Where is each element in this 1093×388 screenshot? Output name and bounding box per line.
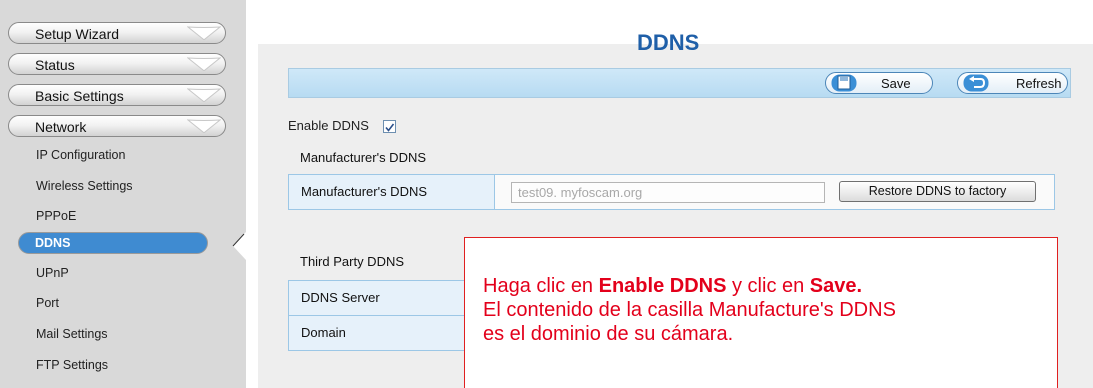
instruction-text-line: es el dominio de su cámara. <box>483 323 734 345</box>
manufacturer-ddns-field[interactable]: test09. myfoscam.org <box>511 182 825 203</box>
menu-label: Status <box>35 57 75 73</box>
enable-ddns-checkbox[interactable] <box>383 120 396 133</box>
refresh-arrow-icon <box>963 74 989 92</box>
manufacturer-ddns-row: Manufacturer's DDNS test09. myfoscam.org… <box>288 174 1055 210</box>
restore-ddns-button[interactable]: Restore DDNS to factory <box>839 181 1036 202</box>
chevron-down-icon <box>187 26 221 40</box>
instruction-text: Haga clic en Enable DDNS y clic en Save.… <box>483 274 896 346</box>
instruction-text-bold: Enable DDNS <box>598 275 727 297</box>
sidebar-item-ip-configuration[interactable]: IP Configuration <box>36 148 125 162</box>
menu-label: Basic Settings <box>35 88 124 104</box>
chevron-down-icon <box>187 119 221 133</box>
sidebar-item-mail-settings[interactable]: Mail Settings <box>36 327 108 341</box>
save-button[interactable]: Save <box>825 72 933 94</box>
chevron-down-icon <box>187 88 221 102</box>
row-label: DDNS Server <box>301 290 380 305</box>
row-label: Manufacturer's DDNS <box>301 184 428 199</box>
menu-basic-settings[interactable]: Basic Settings <box>8 84 226 106</box>
third-party-ddns-heading: Third Party DDNS <box>300 254 405 269</box>
floppy-disk-icon <box>831 74 857 92</box>
sidebar: Setup Wizard Status Basic Settings Netwo… <box>0 0 246 388</box>
sidebar-item-ftp-settings[interactable]: FTP Settings <box>36 358 108 372</box>
menu-setup-wizard[interactable]: Setup Wizard <box>8 22 226 44</box>
sidebar-item-upnp[interactable]: UPnP <box>36 266 69 280</box>
selection-pointer-icon <box>232 232 246 260</box>
sidebar-item-label: DDNS <box>35 236 71 250</box>
sidebar-item-ddns[interactable]: DDNS <box>18 232 208 254</box>
instruction-callout: Haga clic en Enable DDNS y clic en Save.… <box>464 237 1058 388</box>
refresh-label: Refresh <box>1016 76 1062 91</box>
sidebar-item-port[interactable]: Port <box>36 296 59 310</box>
checkmark-icon <box>385 123 395 132</box>
chevron-down-icon <box>187 57 221 71</box>
menu-label: Network <box>35 119 87 135</box>
manufacturer-ddns-heading: Manufacturer's DDNS <box>300 150 427 165</box>
refresh-button[interactable]: Refresh <box>957 72 1068 94</box>
instruction-text-part: Haga clic en <box>483 275 599 297</box>
toolbar: Save Refresh <box>288 68 1071 98</box>
sidebar-item-pppoe[interactable]: PPPoE <box>36 209 76 223</box>
enable-ddns-label: Enable DDNS <box>288 118 369 133</box>
page-title: DDNS <box>637 30 700 55</box>
sidebar-item-wireless-settings[interactable]: Wireless Settings <box>36 179 133 193</box>
menu-label: Setup Wizard <box>35 26 120 42</box>
menu-status[interactable]: Status <box>8 53 226 75</box>
row-label: Domain <box>301 325 346 340</box>
save-label: Save <box>881 76 911 91</box>
instruction-text-line: El contenido de la casilla Manufacture's… <box>483 299 896 321</box>
instruction-text-bold: Save. <box>809 275 863 297</box>
menu-network[interactable]: Network <box>8 115 226 137</box>
instruction-text-part: y clic en <box>726 275 810 297</box>
